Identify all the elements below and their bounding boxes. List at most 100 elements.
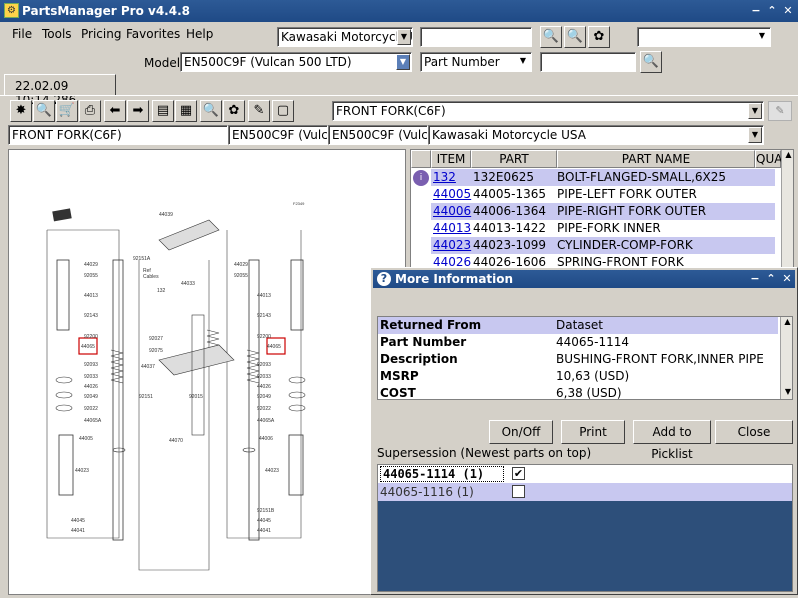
- table-row[interactable]: 132 132E0625 BOLT-FLANGED-SMALL,6X25: [431, 169, 775, 186]
- supersession-checkbox[interactable]: [512, 485, 525, 498]
- window-title: PartsManager Pro v4.4.8: [22, 4, 190, 18]
- menu-help[interactable]: Help: [186, 27, 213, 41]
- item-link[interactable]: 44005: [433, 187, 471, 201]
- table-row[interactable]: 44006 44006-1364 PIPE-RIGHT FORK OUTER: [431, 203, 775, 220]
- grid-scrollbar[interactable]: ▲: [781, 150, 793, 270]
- chevron-down-icon[interactable]: ▼: [755, 29, 769, 45]
- detail-view-icon[interactable]: ▦: [175, 100, 197, 122]
- item-link[interactable]: 132: [433, 170, 456, 184]
- table-row[interactable]: 44005 44005-1365 PIPE-LEFT FORK OUTER: [431, 186, 775, 203]
- onoff-button[interactable]: On/Off: [489, 420, 553, 444]
- dialog-maximize-button[interactable]: ⌃: [763, 272, 779, 286]
- dialog-minimize-button[interactable]: −: [747, 272, 763, 286]
- svg-text:92022: 92022: [84, 406, 98, 412]
- item-link[interactable]: 44006: [433, 204, 471, 218]
- search-input[interactable]: [420, 27, 532, 47]
- print-button[interactable]: Print: [561, 420, 625, 444]
- grid-header-qty[interactable]: QUA: [755, 150, 782, 168]
- part-name-cell: PIPE-LEFT FORK OUTER: [557, 187, 697, 201]
- svg-text:92151: 92151: [139, 394, 153, 400]
- supersession-list[interactable]: 44065-1114 (1) ✔ 44065-1116 (1): [377, 464, 793, 592]
- blank-page-icon[interactable]: ▢: [272, 100, 294, 122]
- explode-icon[interactable]: ✸: [10, 100, 32, 122]
- scroll-down-icon[interactable]: ▼: [781, 387, 792, 399]
- svg-text:44065: 44065: [81, 344, 95, 350]
- item-link[interactable]: 44023: [433, 238, 471, 252]
- item-link[interactable]: 44013: [433, 221, 471, 235]
- more-info-dialog: ? More Information − ⌃ ✕ Returned From D…: [370, 267, 798, 595]
- search-type-select[interactable]: Part Number ▼: [420, 52, 532, 72]
- zoom-icon[interactable]: 🔍: [33, 100, 55, 122]
- breadcrumb-model-2[interactable]: EN500C9F (Vulc...: [328, 125, 428, 145]
- info-table: Returned From Dataset Part Number 44065-…: [377, 316, 793, 400]
- info-bubble-icon[interactable]: i: [413, 170, 429, 186]
- assembly-select[interactable]: FRONT FORK(C6F) ▼: [332, 101, 764, 121]
- find-part-icon[interactable]: 🔍: [640, 51, 662, 73]
- chevron-down-icon[interactable]: ▼: [397, 29, 411, 45]
- dialog-title: More Information: [395, 272, 514, 286]
- chevron-down-icon[interactable]: ▼: [516, 54, 530, 70]
- svg-text:44037: 44037: [141, 364, 155, 370]
- supersession-row[interactable]: 44065-1114 (1) ✔: [378, 465, 792, 483]
- chevron-down-icon[interactable]: ▼: [748, 127, 762, 143]
- table-row[interactable]: 44013 44013-1422 PIPE-FORK INNER: [431, 220, 775, 237]
- breadcrumb-model-1[interactable]: EN500C9F (Vulc...: [228, 125, 328, 145]
- menu-favorites[interactable]: Favorites: [126, 27, 180, 41]
- close-button[interactable]: ✕: [780, 4, 796, 18]
- arrow-left-icon[interactable]: ⬅: [104, 100, 126, 122]
- info-value: 10,63 (USD): [556, 369, 630, 383]
- model-select[interactable]: EN500C9F (Vulcan 500 LTD) ▼: [180, 52, 412, 72]
- info-key: Description: [380, 352, 458, 366]
- svg-text:44065: 44065: [267, 344, 281, 350]
- add-to-picklist-button[interactable]: Add to Picklist: [633, 420, 711, 461]
- parts-grid[interactable]: ITEM PART NUMBER PART NAME QUA ▲ i 132 1…: [410, 149, 794, 271]
- info-row: Description BUSHING-FRONT FORK,INNER PIP…: [378, 351, 778, 368]
- minimize-button[interactable]: −: [748, 4, 764, 18]
- note-icon[interactable]: ✎: [768, 101, 792, 121]
- extra-select[interactable]: ▼: [637, 27, 771, 47]
- puzzle-icon[interactable]: ✿: [223, 100, 245, 122]
- chevron-down-icon[interactable]: ▼: [396, 54, 410, 70]
- svg-text:44029: 44029: [234, 262, 248, 268]
- chevron-down-icon[interactable]: ▼: [748, 103, 762, 119]
- info-value: Dataset: [556, 318, 603, 332]
- menu-tools[interactable]: Tools: [42, 27, 72, 41]
- manufacturer-select[interactable]: Kawasaki Motorcycle US ▼: [277, 27, 413, 47]
- supersession-row[interactable]: 44065-1116 (1): [378, 483, 792, 501]
- dialog-close-button[interactable]: ✕: [779, 272, 795, 286]
- svg-text:92143: 92143: [257, 313, 271, 319]
- maximize-button[interactable]: ⌃: [764, 4, 780, 18]
- printer-icon[interactable]: ⎙: [79, 100, 101, 122]
- close-dialog-button[interactable]: Close: [715, 420, 793, 444]
- breadcrumb-assembly[interactable]: FRONT FORK(C6F): [8, 125, 228, 145]
- part-number-input[interactable]: [540, 52, 636, 72]
- parts-diagram[interactable]: F2349 44039 92151A Ref Cables 132 44033 …: [8, 149, 406, 595]
- svg-text:92049: 92049: [257, 394, 271, 400]
- edit-icon[interactable]: ✎: [248, 100, 270, 122]
- tab-session[interactable]: 22.02.09 10:14.286: [4, 74, 116, 107]
- info-value: 6,38 (USD): [556, 386, 622, 400]
- info-scrollbar[interactable]: ▲ ▼: [780, 317, 792, 399]
- arrow-right-icon[interactable]: ➡: [127, 100, 149, 122]
- scroll-up-icon[interactable]: ▲: [782, 150, 793, 164]
- tab-divider: [0, 95, 798, 96]
- cart-icon[interactable]: 🛒: [56, 100, 78, 122]
- table-row[interactable]: 44023 44023-1099 CYLINDER-COMP-FORK: [431, 237, 775, 254]
- grid-header-part-number[interactable]: PART NUMBER: [471, 150, 557, 182]
- grid-header-part-name[interactable]: PART NAME: [557, 150, 755, 168]
- svg-text:92151A: 92151A: [133, 256, 151, 262]
- search-web-icon[interactable]: 🔍: [564, 26, 586, 48]
- list-view-icon[interactable]: ▤: [152, 100, 174, 122]
- puzzle-icon[interactable]: ✿: [588, 26, 610, 48]
- supersession-checkbox[interactable]: ✔: [512, 467, 525, 480]
- search-icon[interactable]: 🔍: [540, 26, 562, 48]
- menu-file[interactable]: File: [12, 27, 32, 41]
- search-web-icon[interactable]: 🔍: [200, 100, 222, 122]
- svg-text:92093: 92093: [257, 362, 271, 368]
- scroll-up-icon[interactable]: ▲: [781, 317, 792, 331]
- diagram-code: F2349: [293, 201, 305, 206]
- part-number-cell: 44013-1422: [473, 221, 547, 235]
- breadcrumb-manufacturer[interactable]: Kawasaki Motorcycle USA ▼: [428, 125, 764, 145]
- grid-header-item[interactable]: ITEM: [431, 150, 471, 168]
- menu-pricing[interactable]: Pricing: [81, 27, 121, 41]
